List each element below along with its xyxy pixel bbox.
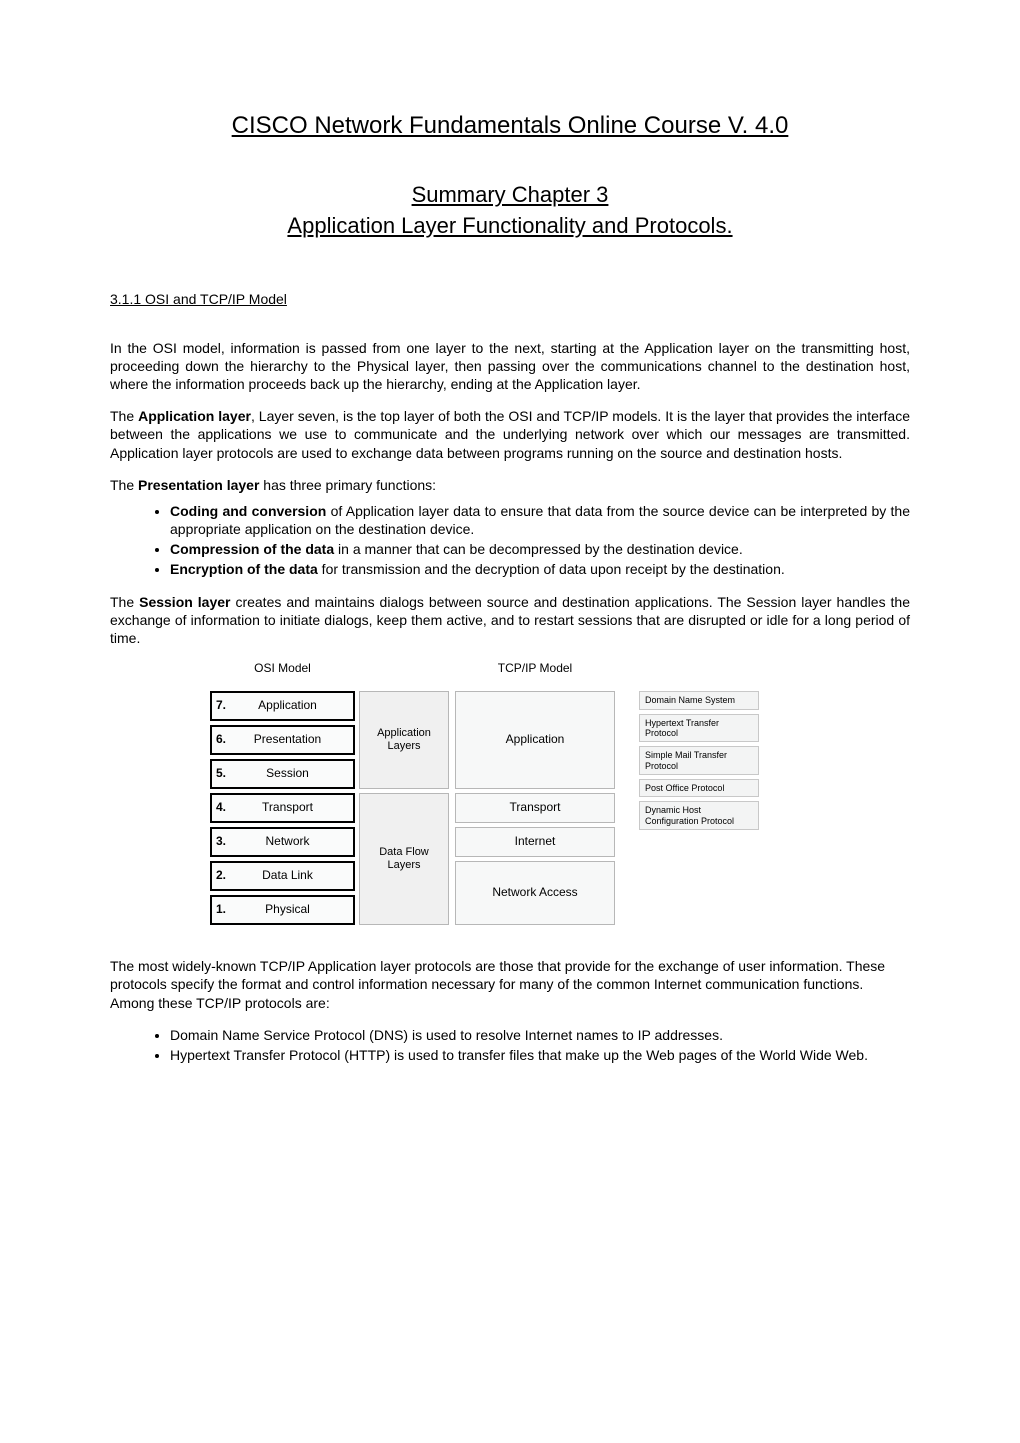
bold-term: Encryption of the data — [170, 561, 318, 577]
layer-name: Data Link — [222, 868, 353, 884]
osi-layer-4: 4.Transport — [210, 793, 355, 823]
bold-term: Compression of the data — [170, 541, 334, 557]
text: for transmission and the decryption of d… — [318, 561, 785, 577]
text: in a manner that can be decompressed by … — [334, 541, 743, 557]
paragraph-intro: In the OSI model, information is passed … — [110, 339, 910, 394]
grouping-column: Application Layers Data Flow Layers — [359, 661, 449, 929]
paragraph-tcpip-protocols: The most widely-known TCP/IP Application… — [110, 957, 910, 1012]
paragraph-session-layer: The Session layer creates and maintains … — [110, 593, 910, 648]
application-layers-group: Application Layers — [359, 691, 449, 789]
text: The — [110, 594, 139, 610]
osi-layer-2: 2.Data Link — [210, 861, 355, 891]
presentation-functions-list: Coding and conversion of Application lay… — [170, 502, 910, 579]
protocols-column: Domain Name System Hypertext Transfer Pr… — [639, 661, 759, 929]
osi-column: OSI Model 7.Application 6.Presentation 5… — [210, 661, 355, 929]
protocol-list: Domain Name Service Protocol (DNS) is us… — [170, 1026, 910, 1064]
tcpip-transport: Transport — [455, 793, 615, 823]
subtitle-topic: Application Layer Functionality and Prot… — [110, 212, 910, 241]
tcpip-internet: Internet — [455, 827, 615, 857]
list-item: Coding and conversion of Application lay… — [170, 502, 910, 538]
tcpip-header: TCP/IP Model — [455, 661, 615, 683]
subtitle-chapter: Summary Chapter 3 — [110, 181, 910, 210]
layer-name: Session — [222, 766, 353, 782]
osi-layer-1: 1.Physical — [210, 895, 355, 925]
layer-name: Presentation — [222, 732, 353, 748]
protocol-pop: Post Office Protocol — [639, 779, 759, 797]
osi-tcpip-diagram: OSI Model 7.Application 6.Presentation 5… — [210, 661, 910, 929]
layer-name: Application — [222, 698, 353, 714]
page-title: CISCO Network Fundamentals Online Course… — [110, 110, 910, 141]
protocol-dhcp: Dynamic Host Configuration Protocol — [639, 801, 759, 830]
spacer — [359, 661, 449, 683]
list-item: Hypertext Transfer Protocol (HTTP) is us… — [170, 1046, 910, 1064]
text: has three primary functions: — [259, 477, 436, 493]
bold-term: Session layer — [139, 594, 230, 610]
tcpip-network-access: Network Access — [455, 861, 615, 925]
protocol-smtp: Simple Mail Transfer Protocol — [639, 746, 759, 775]
bold-term: Coding and conversion — [170, 503, 326, 519]
text: The — [110, 477, 138, 493]
osi-layer-3: 3.Network — [210, 827, 355, 857]
osi-layer-5: 5.Session — [210, 759, 355, 789]
list-item: Encryption of the data for transmission … — [170, 560, 910, 578]
list-item: Compression of the data in a manner that… — [170, 540, 910, 558]
paragraph-application-layer: The Application layer, Layer seven, is t… — [110, 407, 910, 462]
osi-header: OSI Model — [210, 661, 355, 683]
osi-layer-7: 7.Application — [210, 691, 355, 721]
layer-name: Physical — [222, 902, 353, 918]
tcpip-application: Application — [455, 691, 615, 789]
tcpip-column: TCP/IP Model Application Transport Inter… — [455, 661, 615, 929]
bold-term: Presentation layer — [138, 477, 259, 493]
list-item: Domain Name Service Protocol (DNS) is us… — [170, 1026, 910, 1044]
paragraph-presentation-layer: The Presentation layer has three primary… — [110, 476, 910, 494]
layer-name: Transport — [222, 800, 353, 816]
layer-name: Network — [222, 834, 353, 850]
data-flow-layers-group: Data Flow Layers — [359, 793, 449, 925]
spacer — [639, 661, 759, 683]
bold-term: Application layer — [138, 408, 251, 424]
osi-layer-6: 6.Presentation — [210, 725, 355, 755]
protocol-dns: Domain Name System — [639, 691, 759, 709]
section-heading: 3.1.1 OSI and TCP/IP Model — [110, 290, 910, 308]
text: creates and maintains dialogs between so… — [110, 594, 910, 646]
protocol-http: Hypertext Transfer Protocol — [639, 714, 759, 743]
text: The — [110, 408, 138, 424]
